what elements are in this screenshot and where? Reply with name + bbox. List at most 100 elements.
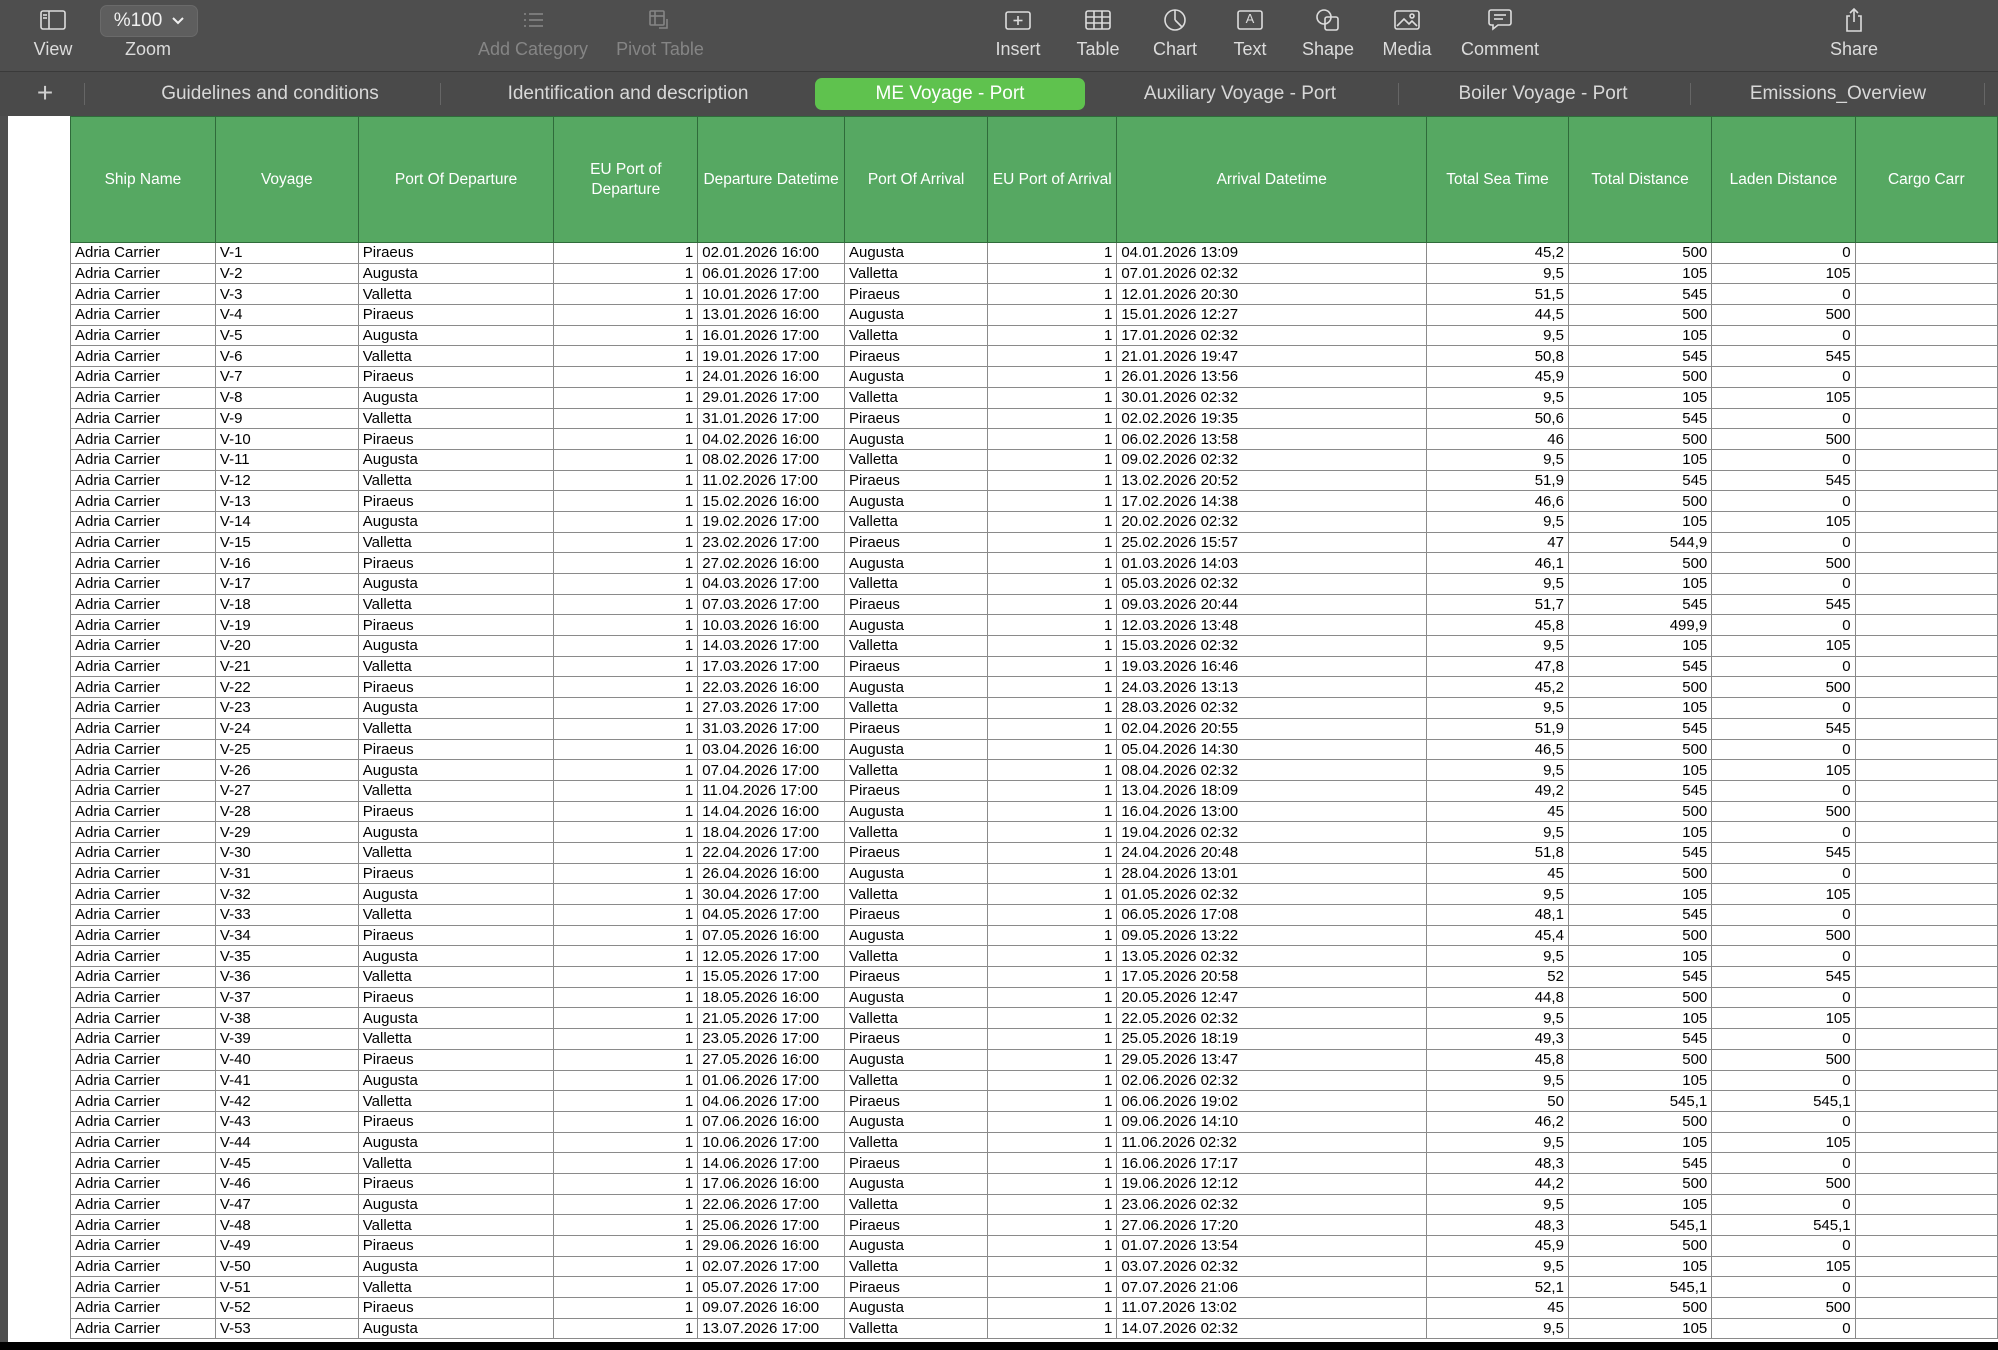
column-header[interactable]: Port Of Departure bbox=[357, 116, 555, 243]
table-cell[interactable]: 0 bbox=[1711, 1069, 1856, 1092]
table-cell[interactable]: 49,3 bbox=[1426, 1028, 1569, 1050]
table-cell[interactable] bbox=[1854, 697, 1998, 719]
table-cell[interactable]: 545 bbox=[1711, 841, 1856, 864]
column-header[interactable]: Laden Distance bbox=[1711, 116, 1856, 243]
table-cell[interactable]: Augusta bbox=[357, 1007, 555, 1030]
table-cell[interactable]: 500 bbox=[1711, 676, 1856, 699]
table-cell[interactable]: 31.03.2026 17:00 bbox=[697, 717, 845, 740]
table-cell[interactable]: 500 bbox=[1567, 552, 1713, 574]
table-cell[interactable]: 500 bbox=[1711, 924, 1856, 947]
table-cell[interactable]: 1 bbox=[987, 986, 1118, 1009]
table-cell[interactable]: 46,5 bbox=[1426, 738, 1569, 761]
table-cell[interactable] bbox=[1854, 448, 1998, 471]
table-cell[interactable]: 1 bbox=[553, 821, 699, 843]
table-cell[interactable]: Adria Carrier bbox=[70, 1172, 216, 1195]
table-cell[interactable]: 105 bbox=[1567, 510, 1713, 533]
table-cell[interactable]: 08.04.2026 02:32 bbox=[1116, 759, 1428, 781]
table-cell[interactable]: 1 bbox=[987, 304, 1118, 326]
table-cell[interactable]: 1 bbox=[553, 1255, 699, 1278]
table-cell[interactable]: Piraeus bbox=[843, 469, 989, 492]
table-cell[interactable]: 1 bbox=[987, 1110, 1118, 1133]
table-cell[interactable]: 545 bbox=[1567, 469, 1713, 492]
table-cell[interactable]: 1 bbox=[553, 1172, 699, 1195]
table-cell[interactable]: 15.02.2026 16:00 bbox=[697, 490, 845, 512]
column-header[interactable]: Arrival Datetime bbox=[1116, 116, 1428, 243]
table-cell[interactable]: 09.02.2026 02:32 bbox=[1116, 448, 1428, 471]
table-cell[interactable] bbox=[1854, 1214, 1998, 1236]
table-cell[interactable]: 01.05.2026 02:32 bbox=[1116, 883, 1428, 905]
table-cell[interactable]: 9,5 bbox=[1426, 697, 1569, 719]
column-header[interactable]: Ship Name bbox=[70, 116, 216, 243]
table-cell[interactable] bbox=[1854, 800, 1998, 823]
table-cell[interactable]: Piraeus bbox=[843, 655, 989, 678]
table-cell[interactable]: 44,5 bbox=[1426, 304, 1569, 326]
table-cell[interactable] bbox=[1854, 490, 1998, 512]
table-cell[interactable]: 545 bbox=[1567, 345, 1713, 368]
table-cell[interactable]: 51,5 bbox=[1426, 283, 1569, 306]
table-cell[interactable]: Adria Carrier bbox=[70, 779, 216, 802]
table-cell[interactable]: 48,3 bbox=[1426, 1152, 1569, 1174]
table-cell[interactable]: 1 bbox=[987, 697, 1118, 719]
table-cell[interactable]: 105 bbox=[1567, 448, 1713, 471]
table-cell[interactable] bbox=[1854, 924, 1998, 947]
text-button[interactable]: A Text bbox=[1232, 0, 1268, 71]
table-cell[interactable]: Adria Carrier bbox=[70, 1297, 216, 1319]
table-cell[interactable]: 500 bbox=[1567, 738, 1713, 761]
table-cell[interactable]: 1 bbox=[987, 1131, 1118, 1154]
table-cell[interactable]: V-12 bbox=[214, 469, 359, 492]
table-cell[interactable]: 45 bbox=[1426, 1297, 1569, 1319]
table-cell[interactable]: 45,8 bbox=[1426, 1048, 1569, 1071]
table-cell[interactable]: 06.05.2026 17:08 bbox=[1116, 904, 1428, 926]
table-cell[interactable]: 52,1 bbox=[1426, 1276, 1569, 1299]
table-cell[interactable] bbox=[1854, 1152, 1998, 1174]
column-header[interactable]: Total Distance bbox=[1567, 116, 1713, 243]
insert-button[interactable]: Insert bbox=[992, 0, 1044, 71]
table-cell[interactable]: Valletta bbox=[357, 407, 555, 430]
table-cell[interactable]: 0 bbox=[1711, 573, 1856, 595]
table-cell[interactable]: Adria Carrier bbox=[70, 1235, 216, 1257]
table-cell[interactable]: Adria Carrier bbox=[70, 262, 216, 285]
table-cell[interactable]: V-41 bbox=[214, 1069, 359, 1092]
table-cell[interactable]: 45 bbox=[1426, 800, 1569, 823]
table-cell[interactable]: 545 bbox=[1567, 655, 1713, 678]
table-cell[interactable]: Adria Carrier bbox=[70, 759, 216, 781]
table-cell[interactable] bbox=[1854, 717, 1998, 740]
table-cell[interactable]: Piraeus bbox=[843, 841, 989, 864]
table-cell[interactable]: 0 bbox=[1711, 1193, 1856, 1216]
table-cell[interactable]: 105 bbox=[1567, 635, 1713, 657]
table-cell[interactable]: V-44 bbox=[214, 1131, 359, 1154]
table-cell[interactable]: 105 bbox=[1567, 1131, 1713, 1154]
table-cell[interactable]: 500 bbox=[1567, 490, 1713, 512]
table-cell[interactable]: 0 bbox=[1711, 821, 1856, 843]
table-cell[interactable]: 9,5 bbox=[1426, 1255, 1569, 1278]
table-cell[interactable]: 14.07.2026 02:32 bbox=[1116, 1317, 1428, 1340]
add-sheet-button[interactable]: + bbox=[30, 78, 60, 108]
table-cell[interactable]: Valletta bbox=[843, 1007, 989, 1030]
table-cell[interactable]: 0 bbox=[1711, 945, 1856, 968]
table-cell[interactable]: 15.01.2026 12:27 bbox=[1116, 304, 1428, 326]
table-cell[interactable]: Augusta bbox=[843, 1048, 989, 1071]
table-cell[interactable]: 1 bbox=[987, 800, 1118, 823]
table-cell[interactable]: V-38 bbox=[214, 1007, 359, 1030]
table-cell[interactable]: 10.06.2026 17:00 bbox=[697, 1131, 845, 1154]
pivot-table-button[interactable]: Pivot Table bbox=[612, 0, 708, 71]
table-cell[interactable]: 11.07.2026 13:02 bbox=[1116, 1297, 1428, 1319]
table-cell[interactable]: 500 bbox=[1567, 800, 1713, 823]
table-cell[interactable]: 0 bbox=[1711, 283, 1856, 306]
table-cell[interactable]: 13.07.2026 17:00 bbox=[697, 1317, 845, 1340]
table-cell[interactable]: Augusta bbox=[357, 386, 555, 409]
table-cell[interactable]: Adria Carrier bbox=[70, 345, 216, 368]
table-cell[interactable]: Adria Carrier bbox=[70, 386, 216, 409]
table-cell[interactable]: 1 bbox=[553, 1317, 699, 1340]
table-cell[interactable]: V-23 bbox=[214, 697, 359, 719]
table-cell[interactable]: 105 bbox=[1567, 1007, 1713, 1030]
table-cell[interactable] bbox=[1854, 779, 1998, 802]
table-cell[interactable]: Augusta bbox=[843, 738, 989, 761]
table-cell[interactable]: 25.02.2026 15:57 bbox=[1116, 531, 1428, 554]
table-cell[interactable]: V-6 bbox=[214, 345, 359, 368]
table-cell[interactable]: 545,1 bbox=[1567, 1276, 1713, 1299]
table-cell[interactable]: 0 bbox=[1711, 1028, 1856, 1050]
table-cell[interactable] bbox=[1854, 1131, 1998, 1154]
table-cell[interactable]: 05.07.2026 17:00 bbox=[697, 1276, 845, 1299]
table-cell[interactable]: 105 bbox=[1567, 883, 1713, 905]
